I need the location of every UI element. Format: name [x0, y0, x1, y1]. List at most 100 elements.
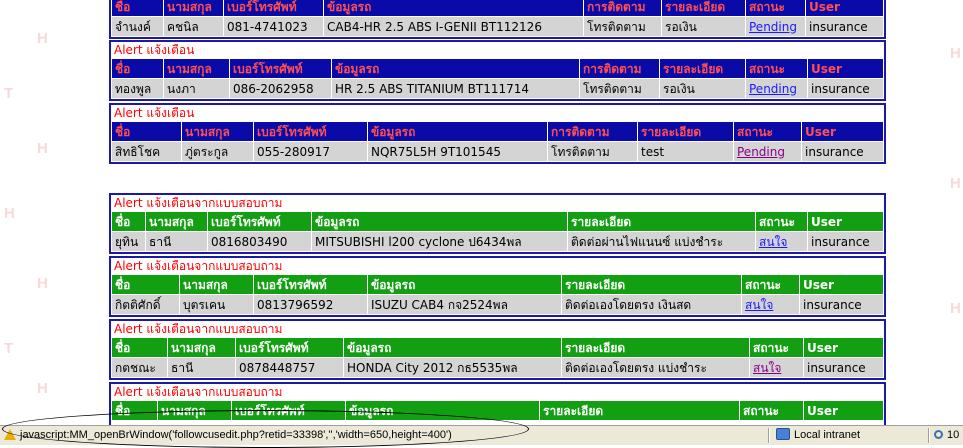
col-header: รายละเอียด	[561, 337, 750, 358]
cell-details: test	[637, 141, 734, 162]
alert-panel-1: ชื่อ นามสกุล เบอร์โทรศัพท์ ข้อมูลรถ การต…	[109, 0, 886, 39]
cell-status: Pending	[745, 16, 806, 37]
col-header: การติดตาม	[579, 58, 660, 79]
table-header-row: ชื่อ นามสกุล เบอร์โทรศัพท์ ข้อมูลรถ รายล…	[111, 211, 884, 232]
cell-user: insurance	[805, 16, 884, 37]
browser-status-bar: javascript:MM_openBrWindow('followcusedi…	[0, 425, 963, 445]
cell-details: ติดต่อผ่านไฟแนนซ์ แบ่งชำระ	[567, 231, 756, 252]
status-divider	[768, 428, 770, 443]
status-link-pending[interactable]: Pending	[749, 20, 797, 34]
table-header-row: ชื่อ นามสกุล เบอร์โทรศัพท์ ข้อมูลรถ รายล…	[111, 337, 884, 358]
alert-table: ชื่อ นามสกุล เบอร์โทรศัพท์ ข้อมูลรถ การต…	[111, 121, 884, 162]
status-url: javascript:MM_openBrWindow('followcusedi…	[4, 428, 764, 443]
cell-status: สนใจ	[741, 294, 800, 315]
cell-car-info: HR 2.5 ABS TITANIUM BT111714	[331, 78, 580, 99]
col-header: เบอร์โทรศัพท์	[207, 211, 312, 232]
col-header: ข้อมูลรถ	[331, 58, 580, 79]
col-header: นามสกุล	[163, 0, 224, 17]
table-row: จำนงค์ คชนิล 081-4741023 CAB4-HR 2.5 ABS…	[111, 16, 884, 37]
zoom-icon	[934, 430, 943, 439]
col-header: เบอร์โทรศัพท์	[253, 121, 368, 142]
cell-details: ติดต่อเองโดยตรง แบ่งชำระ	[561, 357, 750, 378]
col-header: รายละเอียด	[637, 121, 734, 142]
col-header: การติดตาม	[547, 121, 638, 142]
table-row: กตชณะ ธานี 0878448757 HONDA City 2012 กธ…	[111, 357, 884, 378]
cell-car-info: ISUZU CAB4 กจ2524พล	[367, 294, 562, 315]
cell-status: สนใจ	[755, 231, 808, 252]
cell-car-info: NQR75L5H 9T101545	[367, 141, 548, 162]
col-header: ชื่อ	[111, 0, 164, 17]
col-header: สถานะ	[745, 58, 808, 79]
col-header: รายละเอียด	[539, 400, 740, 421]
col-header: รายละเอียด	[661, 0, 746, 17]
status-link-pending[interactable]: Pending	[749, 82, 797, 96]
cell-last-name: บุตรเคน	[179, 294, 254, 315]
survey-table: ชื่อ นามสกุล เบอร์โทรศัพท์ ข้อมูลรถ รายล…	[111, 337, 884, 378]
cell-first-name: กตชณะ	[111, 357, 168, 378]
col-header: User	[805, 0, 884, 17]
col-header: เบอร์โทรศัพท์	[253, 274, 368, 295]
alert-panel-3: Alert แจ้งเตือน ชื่อ นามสกุล เบอร์โทรศัพ…	[109, 103, 886, 164]
col-header: รายละเอียด	[561, 274, 742, 295]
cell-status: สนใจ	[749, 357, 804, 378]
intranet-icon	[776, 428, 790, 440]
cell-details: รอเงิน	[659, 78, 746, 99]
col-header: สถานะ	[741, 274, 800, 295]
survey-panel-2: Alert แจ้งเตือนจากแบบสอบถาม ชื่อ นามสกุล…	[109, 256, 886, 317]
cell-first-name: จำนงค์	[111, 16, 164, 37]
col-header: User	[803, 337, 884, 358]
cell-last-name: ภู่ตระกูล	[181, 141, 254, 162]
survey-table: ชื่อ นามสกุล เบอร์โทรศัพท์ ข้อมูลรถ รายล…	[111, 400, 884, 421]
cell-phone: 0878448757	[235, 357, 344, 378]
survey-panel-4: Alert แจ้งเตือนจากแบบสอบถาม ชื่อ นามสกุล…	[109, 382, 886, 425]
col-header: ชื่อ	[111, 400, 158, 421]
col-header: นามสกุล	[163, 58, 230, 79]
col-header: ชื่อ	[111, 211, 146, 232]
cell-phone: 055-280917	[253, 141, 368, 162]
col-header: User	[807, 58, 884, 79]
cell-phone: 086-2062958	[229, 78, 332, 99]
status-link-interested[interactable]: สนใจ	[759, 235, 787, 249]
col-header: เบอร์โทรศัพท์	[229, 58, 332, 79]
status-link-pending[interactable]: Pending	[737, 145, 785, 159]
watermark-right-3: H	[950, 300, 961, 317]
status-link-interested[interactable]: สนใจ	[745, 298, 773, 312]
col-header: User	[807, 211, 884, 232]
status-divider	[928, 428, 930, 443]
watermark-left-7: H	[37, 380, 48, 397]
status-link-interested[interactable]: สนใจ	[753, 361, 781, 375]
cell-first-name: สิทธิโชค	[111, 141, 182, 162]
cell-last-name: คชนิล	[163, 16, 224, 37]
cell-details: รอเงิน	[661, 16, 746, 37]
alert-table: ชื่อ นามสกุล เบอร์โทรศัพท์ ข้อมูลรถ การต…	[111, 0, 884, 37]
zoom-control[interactable]: 10	[934, 428, 962, 443]
col-header: สถานะ	[755, 211, 808, 232]
col-header: เบอร์โทรศัพท์	[231, 400, 346, 421]
col-header: ข้อมูลรถ	[367, 121, 548, 142]
watermark-left-3: H	[37, 140, 48, 157]
alert-title: Alert แจ้งเตือน	[114, 43, 195, 57]
cell-car-info: CAB4-HR 2.5 ABS I-GENII BT112126	[323, 16, 584, 37]
table-row: ยุทิน ธานี 0816803490 MITSUBISHI l200 cy…	[111, 231, 884, 252]
cell-first-name: ยุทิน	[111, 231, 146, 252]
watermark-left-5: H	[37, 275, 48, 292]
cell-details: ติดต่อเองโดยตรง เงินสด	[561, 294, 742, 315]
watermark-right-1: H	[950, 45, 961, 62]
col-header: นามสกุล	[157, 400, 232, 421]
cell-first-name: กิตติศักดิ์	[111, 294, 180, 315]
col-header: User	[803, 400, 884, 421]
security-zone[interactable]: Local intranet	[776, 428, 924, 443]
col-header: User	[799, 274, 884, 295]
watermark-right-2: H	[950, 175, 961, 192]
survey-panel-1: Alert แจ้งเตือนจากแบบสอบถาม ชื่อ นามสกุล…	[109, 193, 886, 254]
cell-status: Pending	[745, 78, 808, 99]
table-header-row: ชื่อ นามสกุล เบอร์โทรศัพท์ ข้อมูลรถ การต…	[111, 58, 884, 79]
survey-title: Alert แจ้งเตือนจากแบบสอบถาม	[114, 322, 283, 336]
cell-follow-up: โทรติดตาม	[547, 141, 638, 162]
warning-icon	[4, 429, 16, 440]
col-header: นามสกุล	[145, 211, 208, 232]
cell-phone: 081-4741023	[223, 16, 324, 37]
col-header: นามสกุล	[167, 337, 236, 358]
table-row: ทองพูล นงภา 086-2062958 HR 2.5 ABS TITAN…	[111, 78, 884, 99]
col-header: ชื่อ	[111, 121, 182, 142]
